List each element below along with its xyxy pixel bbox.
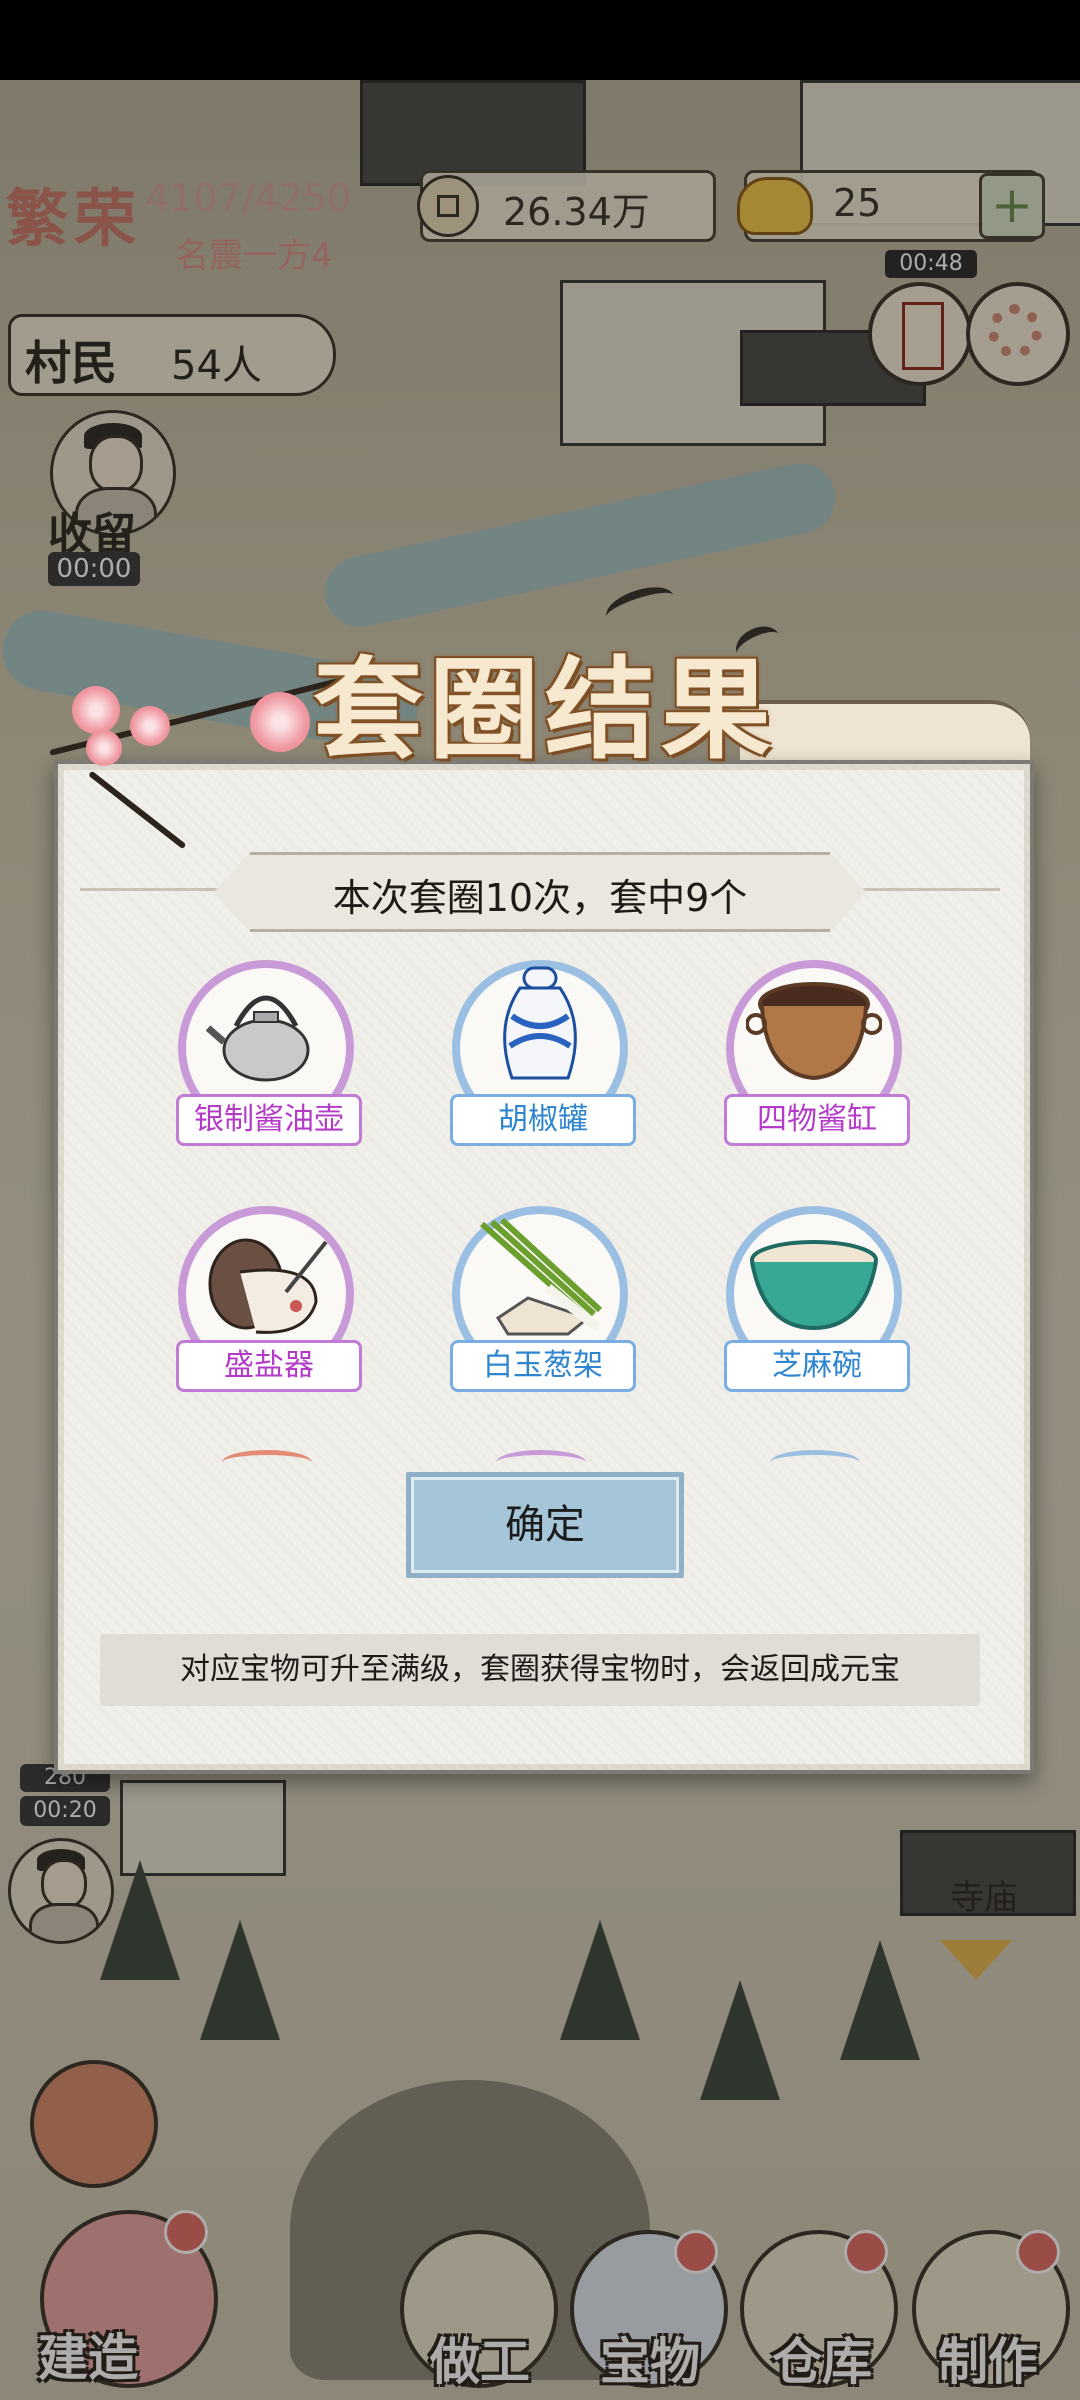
blossom-icon xyxy=(130,706,170,746)
reward-item[interactable]: 银制酱油壶 xyxy=(166,960,366,1160)
blossom-icon xyxy=(86,730,122,766)
blossom-icon xyxy=(72,686,120,734)
reward-item-label: 芝麻碗 xyxy=(724,1340,910,1392)
reward-item-label: 白玉葱架 xyxy=(450,1340,636,1392)
confirm-button[interactable]: 确定 xyxy=(406,1472,684,1578)
dialog-title: 套圈结果 xyxy=(313,645,777,774)
reward-item[interactable]: 胡椒罐 xyxy=(440,960,640,1160)
reward-item-label: 四物酱缸 xyxy=(724,1094,910,1146)
reward-item-label: 银制酱油壶 xyxy=(176,1094,362,1146)
sauce-vat-icon xyxy=(746,982,882,1081)
status-bar xyxy=(0,0,1080,80)
next-row-item-peek xyxy=(770,1450,860,1475)
reward-item[interactable]: 四物酱缸 xyxy=(714,960,914,1160)
reward-item[interactable]: 芝麻碗 xyxy=(714,1206,914,1406)
reward-item[interactable]: 白玉葱架 xyxy=(440,1206,640,1406)
next-row-item-peek xyxy=(222,1450,312,1475)
reward-notice: 对应宝物可升至满级，套圈获得宝物时，会返回成元宝 xyxy=(100,1634,980,1706)
scallion-rack-icon xyxy=(480,1218,603,1336)
reward-item-label: 盛盐器 xyxy=(176,1340,362,1392)
blue-white-jar-icon xyxy=(503,966,577,1080)
blossom-icon xyxy=(250,692,310,752)
result-summary: 本次套圈10次，套中9个 xyxy=(332,876,748,920)
dialog-title-area: 套圈结果 xyxy=(310,620,780,774)
reward-item[interactable]: 盛盐器 xyxy=(166,1206,366,1406)
sesame-bowl-icon xyxy=(750,1240,878,1331)
result-summary-banner: 本次套圈10次，套中9个 xyxy=(214,852,866,932)
silver-teapot-icon xyxy=(206,995,310,1082)
reward-item-label: 胡椒罐 xyxy=(450,1094,636,1146)
salt-container-icon xyxy=(208,1238,328,1334)
